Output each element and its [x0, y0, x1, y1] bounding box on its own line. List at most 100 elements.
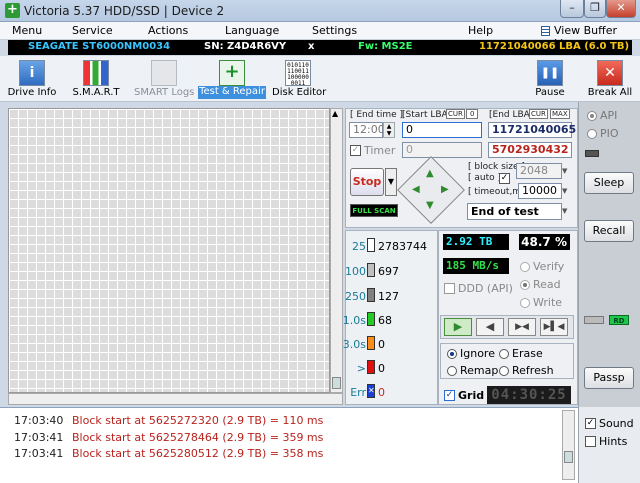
end-time-field[interactable]: 12:00 [349, 122, 385, 138]
log-time: 17:03:41 [14, 447, 64, 460]
start-zero-button[interactable]: 0 [466, 109, 479, 119]
menu-settings[interactable]: Settings [312, 24, 357, 37]
skip-back-button[interactable]: ▶◀ [508, 318, 536, 336]
grid-vertical-scrollbar[interactable]: ▲ [330, 108, 343, 393]
restore-button[interactable]: ❐ [584, 0, 606, 18]
break-all-button[interactable]: ✕ Break All [586, 56, 634, 102]
play-backward-button[interactable]: ◀ [476, 318, 504, 336]
arrow-up-icon[interactable]: ▲ [426, 168, 434, 179]
ddd-checkbox[interactable] [444, 283, 455, 294]
end-lba-current-field[interactable]: 5702930432 [488, 142, 572, 158]
auto-checkbox[interactable]: ✓ [499, 173, 510, 184]
log-panel: 17:03:40 Block start at 5625272320 (2.9 T… [0, 407, 578, 483]
drive-close-x[interactable]: x [308, 41, 314, 52]
end-action-select[interactable]: End of test [467, 203, 562, 220]
pio-radio[interactable] [587, 129, 597, 139]
stat-count-1s: 68 [378, 314, 392, 327]
stat-count-err: 0 [378, 386, 385, 399]
recall-button[interactable]: Recall [584, 220, 634, 242]
stat-bar-err: ✕ [367, 384, 375, 398]
end-action-arrow[interactable]: ▼ [562, 203, 572, 220]
auto-label: [ auto ] [468, 173, 501, 183]
end-max-button[interactable]: MAX [550, 109, 570, 119]
smart-button[interactable]: S.M.A.R.T [70, 56, 122, 102]
scroll-up-arrow[interactable]: ▲ [332, 110, 338, 118]
read-radio[interactable] [520, 280, 530, 290]
drive-info-bar: SEAGATE ST6000NM0034 SN: Z4D4R6VY x Fw: … [8, 40, 632, 55]
skip-end-button[interactable]: ▶▌◀ [540, 318, 568, 336]
stat-bar-3s [367, 336, 375, 350]
passp-button[interactable]: Passp [584, 367, 634, 389]
drive-info-label: Drive Info [7, 87, 57, 98]
write-radio[interactable] [520, 298, 530, 308]
sleep-button[interactable]: Sleep [584, 172, 634, 194]
hints-checkbox[interactable] [585, 436, 596, 447]
block-size-arrow[interactable]: ▼ [562, 163, 572, 179]
disk-editor-button[interactable]: 010110 110011 100000 0011 Disk Editor [272, 56, 326, 102]
stop-dropdown[interactable]: ▼ [385, 168, 397, 196]
menu-service[interactable]: Service [72, 24, 113, 37]
end-cur-button[interactable]: CUR [529, 109, 548, 119]
menu-language[interactable]: Language [225, 24, 279, 37]
grid-checkbox[interactable]: ✓ [444, 390, 455, 401]
title-bar: + Victoria 5.37 HDD/SSD | Device 2 – ❐ ✕ [0, 0, 640, 22]
stat-row: 250 127 [345, 288, 438, 306]
arrow-down-icon[interactable]: ▼ [426, 200, 434, 211]
stop-button[interactable]: Stop [350, 168, 384, 196]
verify-radio[interactable] [520, 262, 530, 272]
end-time-spinner[interactable]: ▲ ▼ [383, 122, 395, 138]
remap-radio[interactable] [447, 366, 457, 376]
test-repair-button[interactable]: + Test & Repair [198, 56, 266, 102]
minimize-button[interactable]: – [560, 0, 584, 18]
api-label: API [600, 109, 618, 122]
log-scrollbar[interactable] [562, 410, 575, 480]
smart-logs-button[interactable]: SMART Logs [134, 56, 194, 102]
sound-label: Sound [599, 417, 634, 430]
timer-checkbox[interactable]: ✓ [350, 145, 361, 156]
timeout-arrow[interactable]: ▼ [562, 183, 572, 199]
sound-checkbox[interactable]: ✓ [585, 418, 596, 429]
log-options: ✓ Sound Hints [578, 407, 640, 483]
ignore-radio[interactable] [447, 349, 457, 359]
menu-help[interactable]: Help [468, 24, 493, 37]
play-forward-button[interactable]: ▶ [444, 318, 472, 336]
stat-count-3s: 0 [378, 338, 385, 351]
log-message: Block start at 5625280512 (2.9 TB) = 358… [72, 447, 324, 460]
pause-button[interactable]: ❚❚ Pause [530, 56, 570, 102]
log-scroll-thumb[interactable] [564, 451, 573, 463]
start-cur-button[interactable]: CUR [446, 109, 465, 119]
arrow-right-icon[interactable]: ▶ [441, 184, 449, 195]
arrow-left-icon[interactable]: ◀ [412, 184, 420, 195]
stat-bar-250 [367, 288, 375, 302]
stat-bar-100 [367, 263, 375, 277]
scroll-thumb[interactable] [332, 377, 341, 389]
ddd-label: DDD (API) [458, 282, 513, 295]
end-lba-field[interactable]: 11721040065 [488, 122, 576, 138]
timer-field[interactable]: 0 [402, 142, 482, 158]
hints-label: Hints [599, 435, 628, 448]
menu-actions[interactable]: Actions [148, 24, 188, 37]
stat-label-3s: 3.0s [342, 338, 366, 351]
full-scan-button[interactable]: FULL SCAN [350, 204, 398, 217]
start-lba-field[interactable]: 0 [402, 122, 482, 138]
grid-horizontal-scrollbar[interactable] [8, 393, 343, 405]
stat-bar-gt [367, 360, 375, 374]
refresh-radio[interactable] [499, 366, 509, 376]
read-label: Read [533, 278, 561, 291]
close-button[interactable]: ✕ [606, 0, 636, 18]
stat-row: 25 2783744 [345, 238, 438, 256]
stat-bar-1s [367, 312, 375, 326]
position-display: 2.92 TB [443, 234, 509, 250]
smart-logs-icon [151, 60, 177, 86]
remap-label: Remap [460, 364, 499, 377]
timeout-select[interactable]: 10000 [518, 183, 562, 199]
block-size-select[interactable]: 2048 [516, 163, 562, 179]
erase-radio[interactable] [499, 349, 509, 359]
menu-menu[interactable]: Menu [12, 24, 42, 37]
smart-chart-icon [83, 60, 109, 86]
stat-row: Err ✕ 0 [345, 384, 438, 402]
api-radio[interactable] [587, 111, 597, 121]
break-all-icon: ✕ [597, 60, 623, 86]
drive-info-icon: i [19, 60, 45, 86]
drive-info-button[interactable]: i Drive Info [6, 56, 58, 102]
